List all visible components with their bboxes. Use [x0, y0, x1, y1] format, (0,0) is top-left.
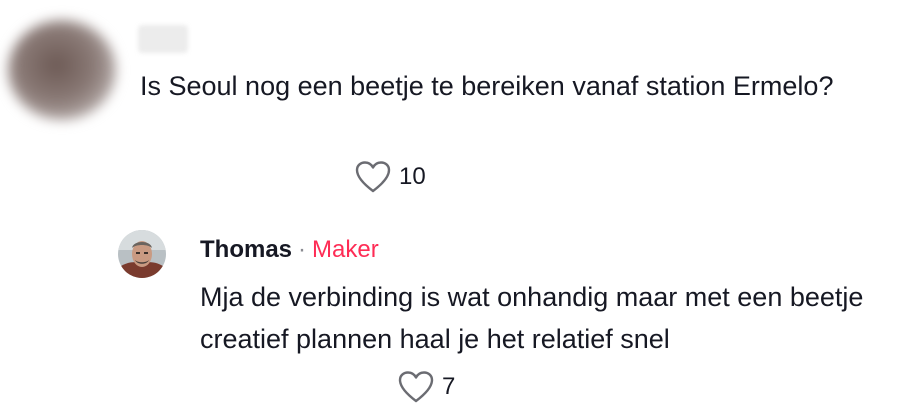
reply-text: Mja de verbinding is wat onhandig maar m…: [200, 282, 864, 354]
reply-author-name[interactable]: Thomas: [200, 236, 292, 263]
commenter-avatar-blurred[interactable]: [8, 20, 116, 120]
comment-like-count: 10: [399, 163, 426, 190]
creator-badge: Maker: [312, 236, 379, 263]
comment-text: Is Seoul nog een beetje te bereiken vana…: [140, 71, 834, 101]
reply-like-button[interactable]: 7: [398, 370, 455, 404]
reply-header: Thomas · Maker: [200, 234, 379, 266]
reply-like-count: 7: [442, 373, 456, 400]
commenter-name-blurred[interactable]: [138, 25, 188, 53]
comment-like-button[interactable]: 10: [355, 160, 426, 194]
avatar-photo: [118, 230, 166, 278]
heart-icon[interactable]: [398, 370, 434, 404]
reply-author-avatar[interactable]: [118, 230, 166, 278]
reply-separator: ·: [298, 236, 307, 263]
heart-icon[interactable]: [355, 160, 391, 194]
